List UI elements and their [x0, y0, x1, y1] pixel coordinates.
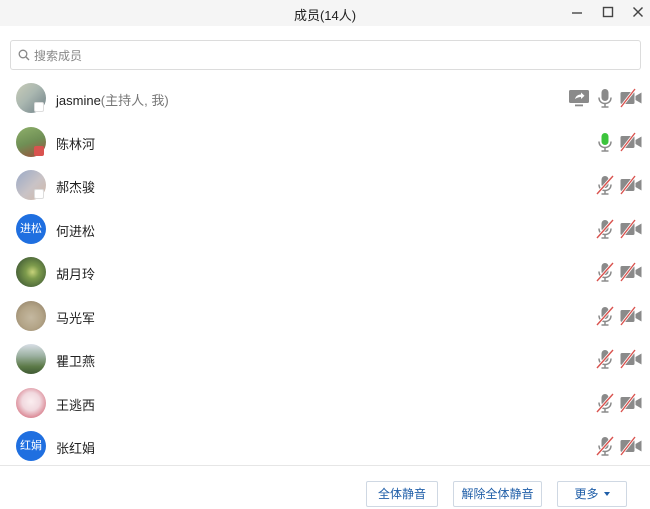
avatar — [16, 387, 46, 418]
avatar: 进松 — [16, 213, 46, 244]
member-row[interactable]: 胡月玲 — [0, 250, 650, 293]
camera-off-icon[interactable] — [619, 347, 643, 371]
member-name: 马光军 — [56, 310, 96, 326]
maximize-button[interactable] — [597, 3, 619, 23]
avatar-badge — [34, 145, 44, 156]
microphone-muted-icon[interactable] — [593, 347, 617, 371]
camera-off-icon[interactable] — [619, 391, 643, 415]
microphone-muted-icon[interactable] — [593, 434, 617, 458]
member-row[interactable]: jasmine(主持人, 我) — [0, 76, 650, 119]
footer-divider — [0, 465, 650, 466]
microphone-icon[interactable] — [593, 86, 617, 110]
search-icon — [18, 49, 30, 61]
member-name: 王逃西 — [56, 397, 96, 413]
member-row[interactable]: 王逃西 — [0, 381, 650, 424]
avatar — [16, 257, 46, 287]
camera-off-icon[interactable] — [619, 260, 643, 284]
microphone-speaking-icon[interactable] — [593, 130, 617, 154]
avatar-badge — [34, 102, 44, 112]
screen-share-icon[interactable] — [567, 86, 591, 110]
member-row[interactable]: 陈林河 — [0, 120, 650, 163]
microphone-muted-icon[interactable] — [593, 217, 617, 241]
title-bar: 成员(14人) — [0, 0, 650, 26]
minimize-button[interactable] — [566, 3, 588, 23]
member-name: 陈林河 — [56, 136, 96, 152]
member-role-tag: (主持人, 我) — [100, 93, 169, 108]
close-icon — [633, 7, 643, 17]
camera-off-icon[interactable] — [619, 304, 643, 328]
member-row[interactable]: 进松 何进松 — [0, 207, 650, 250]
window-title: 成员(14人) — [293, 8, 357, 23]
member-row[interactable]: 马光军 — [0, 294, 650, 337]
member-row[interactable]: 瞿卫燕 — [0, 337, 650, 380]
camera-off-icon[interactable] — [619, 434, 643, 458]
member-row[interactable]: 郝杰骏 — [0, 163, 650, 206]
member-name: 瞿卫燕 — [56, 354, 96, 369]
unmute-all-button[interactable]: 解除全体静音 — [453, 481, 542, 507]
member-list[interactable]: jasmine(主持人, 我) 陈林河 郝杰骏 进松 何进松 胡月玲 马光军 瞿… — [0, 76, 650, 464]
minimize-icon — [572, 12, 582, 14]
avatar — [16, 344, 46, 374]
maximize-icon — [602, 6, 614, 18]
member-name: 郝杰骏 — [56, 180, 96, 195]
microphone-muted-icon[interactable] — [593, 173, 617, 197]
close-button[interactable] — [627, 3, 649, 23]
microphone-muted-icon[interactable] — [593, 260, 617, 284]
avatar-badge — [34, 189, 44, 199]
member-name: jasmine(主持人, 我) — [56, 93, 169, 108]
microphone-muted-icon[interactable] — [593, 304, 617, 328]
search-input[interactable] — [34, 46, 624, 65]
microphone-muted-icon[interactable] — [593, 391, 617, 415]
member-name: 何进松 — [56, 223, 96, 239]
avatar — [16, 300, 46, 331]
avatar: 红娟 — [16, 431, 46, 461]
more-button-label: 更多 — [574, 487, 599, 501]
camera-off-icon[interactable] — [619, 130, 643, 154]
camera-off-icon[interactable] — [619, 217, 643, 241]
more-button[interactable]: 更多 — [557, 481, 627, 507]
caret-down-icon — [603, 492, 610, 496]
member-name: 胡月玲 — [56, 267, 96, 282]
mute-all-button[interactable]: 全体静音 — [366, 481, 438, 507]
camera-off-icon[interactable] — [619, 86, 643, 110]
search-box[interactable] — [10, 40, 641, 70]
camera-off-icon[interactable] — [619, 173, 643, 197]
member-row[interactable]: 红娟 张红娟 — [0, 424, 650, 464]
member-name: 张红娟 — [56, 441, 96, 456]
